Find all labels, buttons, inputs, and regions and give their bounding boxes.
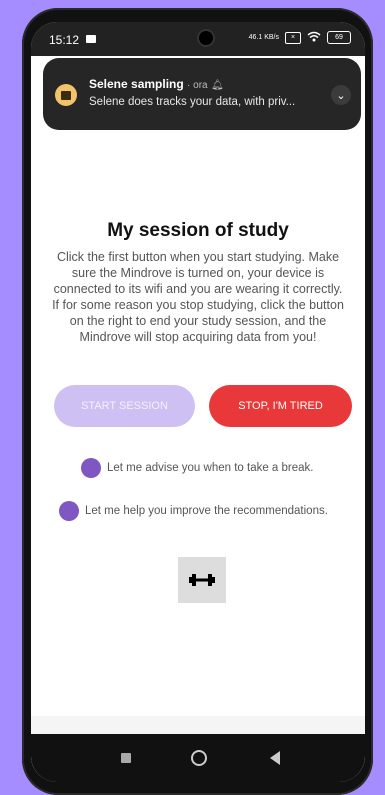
- notification-banner[interactable]: Selene sampling · ora 🔔︎ Selene does tra…: [43, 58, 361, 130]
- bell-icon: 🔔︎: [210, 80, 224, 91]
- option-label: Let me help you improve the recommendati…: [85, 505, 328, 517]
- network-speed: 46.1 KB/s: [248, 33, 279, 41]
- wifi-icon: [307, 31, 321, 44]
- front-camera: [199, 31, 213, 45]
- notification-meta: · ora: [187, 80, 208, 91]
- home-icon[interactable]: [191, 750, 207, 766]
- status-time: 15:12: [49, 33, 80, 47]
- phone-screen: 15:12 46.1 KB/s × 69 Selene sampling · o…: [31, 22, 365, 782]
- status-bar: 15:12 46.1 KB/s × 69: [31, 22, 365, 56]
- dumbbell-icon[interactable]: [178, 557, 226, 603]
- app-notification-icon: [55, 84, 77, 106]
- radio-indicator[interactable]: [81, 458, 101, 478]
- radio-indicator[interactable]: [59, 501, 79, 521]
- option-improve-recommendations[interactable]: Let me help you improve the recommendati…: [59, 501, 328, 521]
- page-description: Click the first button when you start st…: [52, 250, 344, 344]
- battery-icon: 69: [327, 31, 351, 44]
- option-break-reminder[interactable]: Let me advise you when to take a break.: [81, 458, 313, 478]
- sim-icon: [86, 35, 96, 43]
- notification-app-name: Selene sampling: [89, 77, 184, 91]
- notification-title: Selene sampling · ora 🔔︎: [89, 77, 224, 91]
- page-title: My session of study: [107, 220, 289, 241]
- stop-session-button[interactable]: STOP, I'M TIRED: [209, 385, 352, 427]
- system-navigation-bar: [31, 734, 365, 782]
- start-session-button[interactable]: START SESSION: [54, 385, 195, 427]
- option-label: Let me advise you when to take a break.: [107, 462, 314, 474]
- status-icons: 46.1 KB/s × 69: [249, 31, 351, 44]
- back-icon[interactable]: [270, 751, 280, 765]
- recent-apps-icon[interactable]: [121, 753, 131, 763]
- chevron-down-icon[interactable]: ⌄: [331, 85, 351, 105]
- no-sim-icon: ×: [285, 31, 301, 44]
- notification-text: Selene does tracks your data, with priv.…: [89, 96, 296, 108]
